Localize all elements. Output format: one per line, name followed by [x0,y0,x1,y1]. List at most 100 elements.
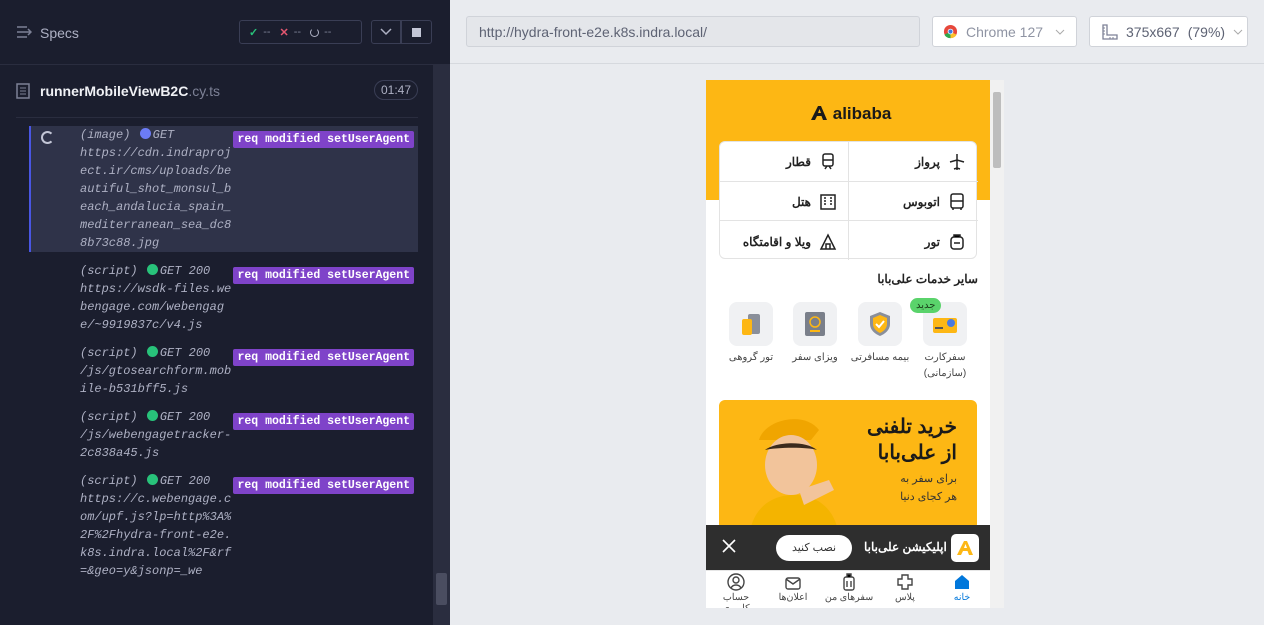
service-visa[interactable]: ویزای سفر [785,302,845,366]
banner-sub-1: برای سفر به [900,473,957,485]
grid-item-train[interactable]: قطار [720,142,849,181]
log-scrollbar-thumb[interactable] [436,573,447,605]
log-entry[interactable]: (image) GET https://cdn.indraproject.ir/… [29,126,418,252]
bus-icon [950,192,964,210]
app-logo [951,534,979,562]
chevron-down-icon [1233,29,1243,35]
stop-icon [412,27,421,37]
stop-button[interactable] [401,20,432,44]
browser-name: Chrome 127 [966,23,1044,40]
log-entry-text: (script) GET 200 https://c.webengage.com… [80,472,232,580]
hotel-icon [820,193,836,210]
viewport-selector[interactable]: 375x667 (79%) [1089,16,1248,47]
service-insurance[interactable]: بیمه مسافرتی [850,302,910,366]
log-entry[interactable]: (script) GET 200 https://wsdk-files.webe… [29,262,418,334]
ruler-icon [1102,23,1118,40]
grid-item-hotel[interactable]: هتل [720,182,849,221]
alibaba-logo[interactable]: alibaba [810,104,891,124]
command-log: (image) GET https://cdn.indraproject.ir/… [29,126,418,625]
log-kind: (script) [80,410,138,424]
specs-list-icon[interactable] [16,24,32,40]
log-entry-text: (script) GET 200 /js/gtosearchform.mobil… [80,344,232,398]
close-icon[interactable] [722,539,736,553]
log-status: 200 [188,346,211,360]
banner-sub-2: هر کجای دنیا [900,491,957,503]
nav-account[interactable]: حساب کاربری [708,573,764,608]
log-badge: req modified setUserAgent [233,267,414,284]
other-services-title: سایر خدمات علی‌بابا [877,272,978,286]
passed-stat: ✓ -- [249,26,271,39]
trips-icon [843,573,855,591]
phone-order-banner[interactable]: خرید تلفنی از علی‌بابا برای سفر به هر کج… [719,400,977,530]
grid-item-tour[interactable]: تور [849,222,978,261]
failed-stat: ✕ -- [279,26,302,39]
topbar-divider [450,63,1264,64]
install-button[interactable]: نصب کنید [776,535,852,561]
browser-selector[interactable]: Chrome 127 [932,16,1077,47]
log-status: 200 [188,264,211,278]
log-kind: (script) [80,474,138,488]
notifications-icon [785,577,801,590]
train-icon [822,152,834,169]
group-tour-icon [729,302,773,346]
spec-file-ext: .cy.ts [188,83,220,99]
nav-my-trips[interactable]: سفرهای من [821,573,877,603]
log-method: GET [152,128,175,142]
plane-icon [949,153,965,170]
nav-plus[interactable]: پلاس [877,573,933,603]
new-badge: جدید [910,298,942,313]
log-entry[interactable]: (script) GET 200 /js/gtosearchform.mobil… [29,344,418,398]
app-install-bar: نصب کنید اپلیکیشن علی‌بابا [706,525,990,570]
test-stats: ✓ -- ✕ -- -- [239,20,362,44]
runner-header: Specs ✓ -- ✕ -- -- [0,0,450,64]
check-icon: ✓ [249,26,259,39]
status-dot-icon [146,474,158,485]
pending-stat: -- [310,26,331,38]
expand-button[interactable] [371,20,401,44]
grid-item-bus[interactable]: اتوبوس [849,182,978,221]
url-bar[interactable]: http://hydra-front-e2e.k8s.indra.local/ [466,16,920,47]
account-icon [727,573,745,591]
spec-file-row[interactable]: runnerMobileViewB2C.cy.ts 01:47 [16,78,418,104]
log-badge: req modified setUserAgent [233,131,414,148]
header-divider [0,64,450,65]
spinner-icon [41,131,54,144]
log-url: https://wsdk-files.webengage.com/webenga… [80,282,232,332]
service-group-tour[interactable]: تور گروهی [721,302,781,366]
specs-label[interactable]: Specs [40,25,79,41]
services-grid: پرواز قطار اتوبوس هتل تور ویلا و اقامتگا… [719,141,978,261]
log-url: /js/webengagetracker-2c838a45.js [80,428,232,460]
app-viewport: alibaba پرواز قطار اتوبوس هتل تور ویلا و… [706,80,1004,608]
app-scrollbar[interactable] [990,80,1004,608]
chevron-down-icon [1055,29,1065,35]
spec-file-name: runnerMobileViewB2C.cy.ts [40,83,220,99]
service-label: سفرکارت [924,352,966,363]
status-dot-icon [146,264,158,275]
log-entry[interactable]: (script) GET 200 https://c.webengage.com… [29,472,418,580]
log-method: GET [159,264,182,278]
banner-illustration [750,419,838,530]
app-scrollbar-thumb[interactable] [993,92,1001,168]
service-sublabel: (سازمانی) [923,368,967,379]
x-icon: ✕ [279,26,289,39]
chrome-icon [943,24,958,39]
nav-home[interactable]: خانه [934,573,990,603]
log-entry-text: (image) GET https://cdn.indraproject.ir/… [80,126,232,252]
log-kind: (script) [80,346,138,360]
nav-notifications[interactable]: اعلان‌ها [765,573,821,603]
visa-icon [793,302,837,346]
log-kind: (script) [80,264,138,278]
villa-icon [819,232,837,250]
duration-badge: 01:47 [373,80,418,100]
log-scrollbar[interactable] [433,64,450,625]
log-url: https://cdn.indraproject.ir/cms/uploads/… [80,146,232,250]
log-badge: req modified setUserAgent [233,349,414,366]
grid-item-villa[interactable]: ویلا و اقامتگاه [720,222,849,261]
service-label: ویزای سفر [792,352,838,363]
log-entry[interactable]: (script) GET 200 /js/webengagetracker-2c… [29,408,418,462]
aut-panel: http://hydra-front-e2e.k8s.indra.local/ … [450,0,1264,625]
log-status: 200 [188,410,211,424]
service-travel-card[interactable]: سفرکارت (سازمانی) [915,302,975,382]
grid-item-flight[interactable]: پرواز [849,142,978,181]
insurance-icon [858,302,902,346]
